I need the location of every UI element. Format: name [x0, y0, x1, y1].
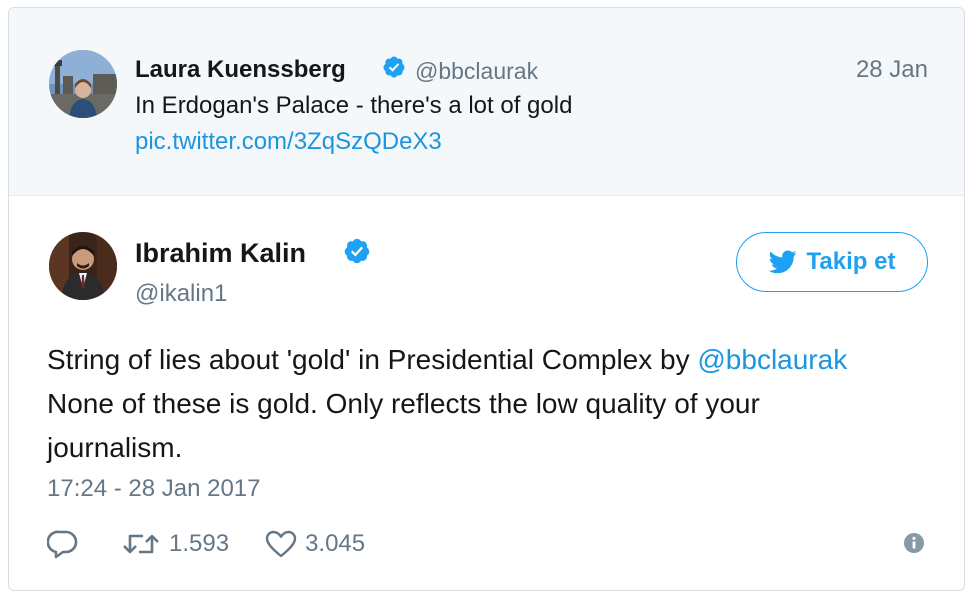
- like-count: 3.045: [305, 530, 366, 557]
- tweet-text-line-2: None of these is gold. Only reflects the…: [47, 388, 760, 419]
- reply-icon: [47, 530, 78, 559]
- main-author-name[interactable]: Ibrahim Kalin: [135, 238, 306, 269]
- tweet-embed-card: Laura Kuenssberg @bbclaurak 28 Jan In Er…: [8, 7, 965, 591]
- like-button[interactable]: 3.045: [265, 530, 365, 558]
- heart-icon: [265, 530, 297, 558]
- quoted-tweet[interactable]: Laura Kuenssberg @bbclaurak 28 Jan In Er…: [9, 8, 964, 196]
- mention-link[interactable]: @bbclaurak: [697, 344, 847, 375]
- twitter-bird-icon: [768, 250, 797, 274]
- quoted-author-handle[interactable]: @bbclaurak: [415, 58, 538, 85]
- retweet-button[interactable]: 1.593: [121, 530, 229, 558]
- quoted-tweet-media-link[interactable]: pic.twitter.com/3ZqSzQDeX3: [135, 128, 442, 156]
- follow-button[interactable]: Takip et: [736, 232, 928, 292]
- main-tweet-text: String of lies about 'gold' in President…: [47, 338, 947, 470]
- tweet-timestamp[interactable]: 17:24 - 28 Jan 2017: [47, 475, 261, 503]
- retweet-count: 1.593: [169, 530, 230, 557]
- quoted-tweet-text: In Erdogan's Palace - there's a lot of g…: [135, 92, 573, 119]
- verified-badge-icon: [344, 238, 370, 264]
- quoted-author-name[interactable]: Laura Kuenssberg: [135, 56, 346, 84]
- tweet-text-line-3: journalism.: [47, 432, 183, 463]
- quoted-author-avatar[interactable]: [49, 50, 117, 118]
- follow-button-label: Takip et: [806, 248, 896, 275]
- tweet-text-segment: String of lies about 'gold' in President…: [47, 344, 698, 375]
- reply-button[interactable]: [47, 529, 79, 559]
- quoted-tweet-date[interactable]: 28 Jan: [856, 56, 928, 84]
- retweet-icon: [123, 534, 159, 554]
- main-author-avatar[interactable]: [49, 232, 117, 300]
- verified-badge-icon: [383, 56, 405, 78]
- tweet-actions-bar: 1.593 3.045: [47, 526, 365, 562]
- main-author-handle[interactable]: @ikalin1: [135, 280, 227, 308]
- info-icon[interactable]: [903, 532, 925, 554]
- tweet-text-line-1: String of lies about 'gold' in President…: [47, 338, 947, 382]
